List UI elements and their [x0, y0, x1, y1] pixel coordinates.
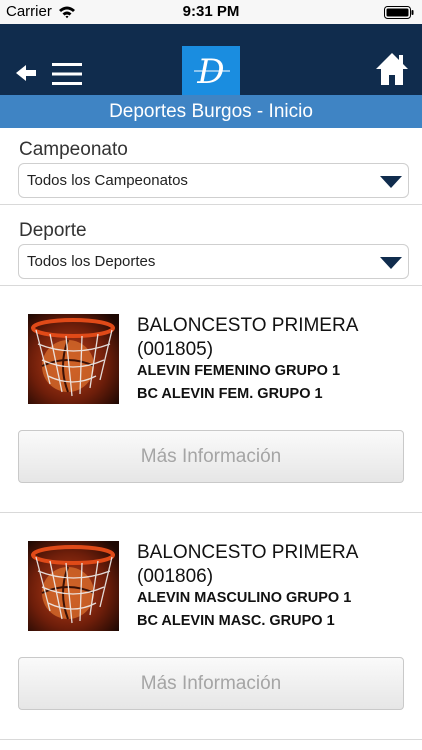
championship-filter: Campeonato Todos los Campeonatos: [0, 128, 422, 205]
home-icon[interactable]: [374, 51, 410, 87]
logo-letter: D: [196, 52, 224, 92]
card-category: ALEVIN MASCULINO GRUPO 1: [137, 590, 352, 606]
status-time: 9:31 PM: [182, 3, 240, 20]
sport-filter: Deporte Todos los Deportes: [0, 205, 422, 285]
card-team: BC ALEVIN FEM. GRUPO 1: [137, 386, 323, 402]
card-title-line1: BALONCESTO PRIMERA: [137, 542, 359, 563]
competition-card: BALONCESTO PRIMERA (001806) ALEVIN MASCU…: [0, 513, 422, 739]
card-category: ALEVIN FEMENINO GRUPO 1: [137, 363, 341, 379]
divider: [0, 739, 422, 740]
app-header: D: [0, 24, 422, 95]
dropdown-caret-icon: [380, 176, 402, 188]
card-title-line2: (001806): [137, 566, 214, 587]
sport-select-value: Todos los Deportes: [27, 253, 156, 270]
more-info-button[interactable]: Más Información: [18, 657, 404, 710]
page-title: Deportes Burgos - Inicio: [0, 95, 422, 128]
championship-select-value: Todos los Campeonatos: [27, 172, 188, 189]
status-bar: Carrier 9:31 PM: [0, 0, 422, 24]
app-logo: D: [182, 46, 240, 95]
championship-select[interactable]: Todos los Campeonatos: [18, 163, 409, 198]
hamburger-menu-icon[interactable]: [52, 62, 82, 86]
more-info-button[interactable]: Más Información: [18, 430, 404, 483]
logo-mark: D: [194, 52, 230, 92]
sport-label: Deporte: [19, 220, 87, 241]
card-title-line1: BALONCESTO PRIMERA: [137, 315, 359, 336]
card-team: BC ALEVIN MASC. GRUPO 1: [137, 613, 335, 629]
battery-icon: [384, 6, 414, 19]
back-arrow-icon[interactable]: [16, 64, 38, 82]
dropdown-caret-icon: [380, 257, 402, 269]
sport-select[interactable]: Todos los Deportes: [18, 244, 409, 279]
basketball-hoop-image: [28, 541, 119, 631]
card-title-line2: (001805): [137, 339, 214, 360]
competition-card: BALONCESTO PRIMERA (001805) ALEVIN FEMEN…: [0, 286, 422, 512]
basketball-hoop-image: [28, 314, 119, 404]
championship-label: Campeonato: [19, 139, 128, 160]
